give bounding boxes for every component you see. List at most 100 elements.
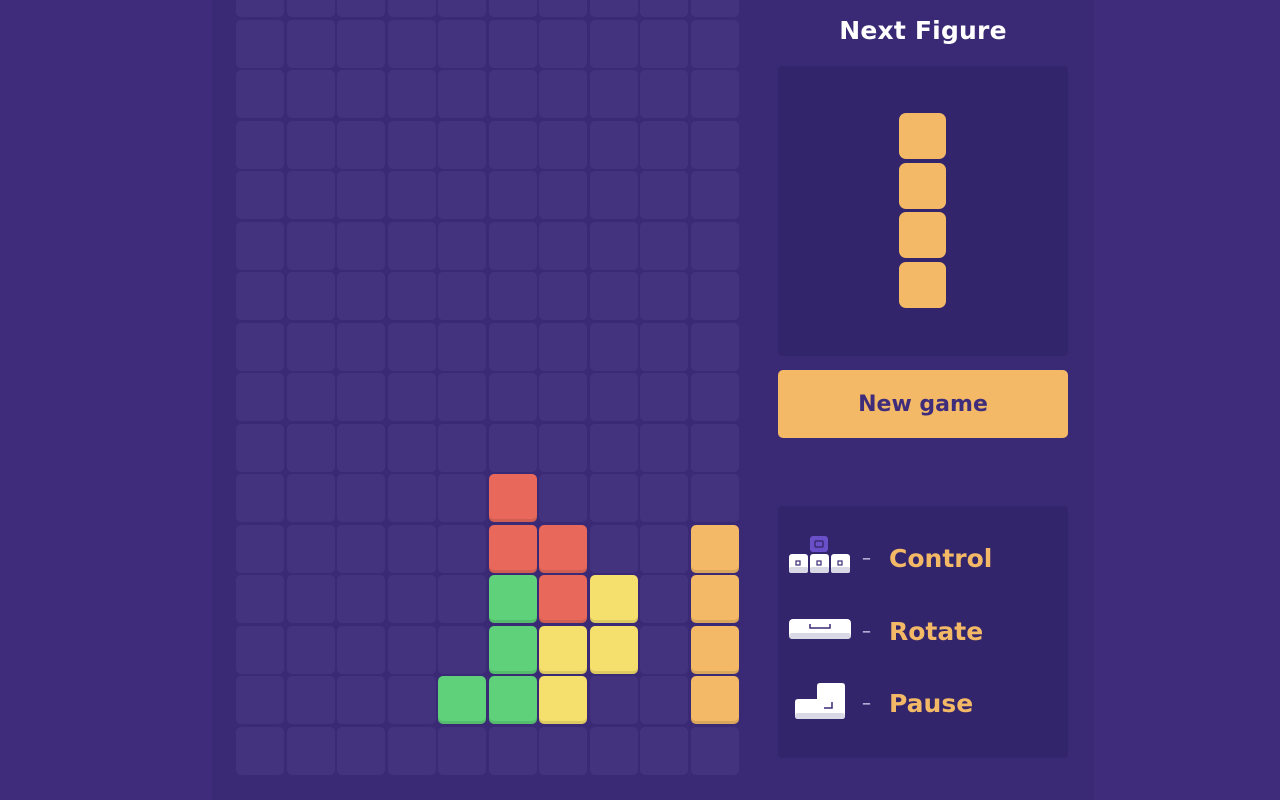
board-cell <box>337 726 385 775</box>
board-cell <box>539 171 587 219</box>
board-cell <box>387 423 436 472</box>
board-cell <box>438 120 486 169</box>
board-cell <box>589 423 638 472</box>
board-cell <box>640 70 688 118</box>
board-cell <box>690 171 739 219</box>
board-cell <box>236 120 284 169</box>
board-cell <box>589 272 638 320</box>
board-cell <box>640 0 688 17</box>
game-board <box>236 0 741 776</box>
board-cell <box>387 474 436 522</box>
board-cell <box>589 19 638 68</box>
board-cell <box>286 575 335 623</box>
green-block <box>488 575 537 623</box>
yellow-block <box>539 676 587 724</box>
pause-dash: – <box>862 692 871 714</box>
board-cell <box>640 221 688 270</box>
board-cell <box>337 70 385 118</box>
board-cell <box>640 625 688 674</box>
board-cell <box>286 70 335 118</box>
board-cell <box>539 0 587 17</box>
new-game-button[interactable]: New game <box>778 370 1068 438</box>
board-cell <box>438 70 486 118</box>
board-cell <box>640 524 688 573</box>
board-cell <box>589 70 638 118</box>
board-cell <box>488 322 537 371</box>
board-cell <box>387 373 436 421</box>
board-cell <box>589 0 638 17</box>
board-cell <box>488 0 537 17</box>
next-figure-title: Next Figure <box>839 16 1007 45</box>
next-figure-block <box>899 212 946 258</box>
board-cell <box>438 726 486 775</box>
board-cell <box>488 423 537 472</box>
board-cell <box>236 726 284 775</box>
board-cell <box>690 726 739 775</box>
orange-block <box>690 625 739 674</box>
board-cell <box>488 70 537 118</box>
board-cell <box>438 524 486 573</box>
board-cell <box>438 575 486 623</box>
board-cell <box>589 171 638 219</box>
board-cell <box>387 221 436 270</box>
board-cell <box>488 19 537 68</box>
board-cell <box>690 423 739 472</box>
board-cell <box>690 120 739 169</box>
board-cell <box>539 322 587 371</box>
board-cell <box>337 272 385 320</box>
board-cell <box>236 0 284 17</box>
board-cell <box>438 221 486 270</box>
board-cell <box>690 19 739 68</box>
board-cell <box>438 19 486 68</box>
board-cell <box>589 221 638 270</box>
board-cell <box>286 474 335 522</box>
board-cell <box>589 120 638 169</box>
red-block <box>539 524 587 573</box>
board-cell <box>539 474 587 522</box>
board-cell <box>286 120 335 169</box>
board-cell <box>488 120 537 169</box>
enter-key-icon <box>794 681 846 725</box>
board-cell <box>488 373 537 421</box>
board-cell <box>539 373 587 421</box>
board-cell <box>640 575 688 623</box>
board-cell <box>640 474 688 522</box>
board-cell <box>236 322 284 371</box>
board-cell <box>589 676 638 724</box>
board-cell <box>690 474 739 522</box>
board-cell <box>236 423 284 472</box>
yellow-block <box>539 625 587 674</box>
board-cell <box>236 19 284 68</box>
control-label: Control <box>889 543 993 573</box>
board-cell <box>589 524 638 573</box>
board-cell <box>337 19 385 68</box>
board-cell <box>337 575 385 623</box>
next-figure-block <box>899 162 946 209</box>
board-cell <box>387 575 436 623</box>
board-cell <box>286 524 335 573</box>
yellow-block <box>589 625 638 674</box>
board-cell <box>539 726 587 775</box>
board-cell <box>438 0 486 17</box>
rotate-dash: – <box>862 620 871 642</box>
next-figure-block <box>899 113 946 159</box>
controls-legend: – Control – Rotate – Pause <box>778 506 1068 758</box>
board-cell <box>337 0 385 17</box>
board-cell <box>286 676 335 724</box>
board-cell <box>236 575 284 623</box>
board-cell <box>589 726 638 775</box>
board-cell <box>690 221 739 270</box>
board-cell <box>640 19 688 68</box>
control-dash: – <box>862 547 871 569</box>
green-block <box>488 676 537 724</box>
arrow-keys-icon <box>788 534 852 582</box>
board-cell <box>337 373 385 421</box>
board-cell <box>539 120 587 169</box>
board-cell <box>286 726 335 775</box>
board-cell <box>438 474 486 522</box>
board-cell <box>438 423 486 472</box>
board-cell <box>337 120 385 169</box>
board-cell <box>286 171 335 219</box>
board-cell <box>539 272 587 320</box>
rotate-label: Rotate <box>889 616 984 646</box>
